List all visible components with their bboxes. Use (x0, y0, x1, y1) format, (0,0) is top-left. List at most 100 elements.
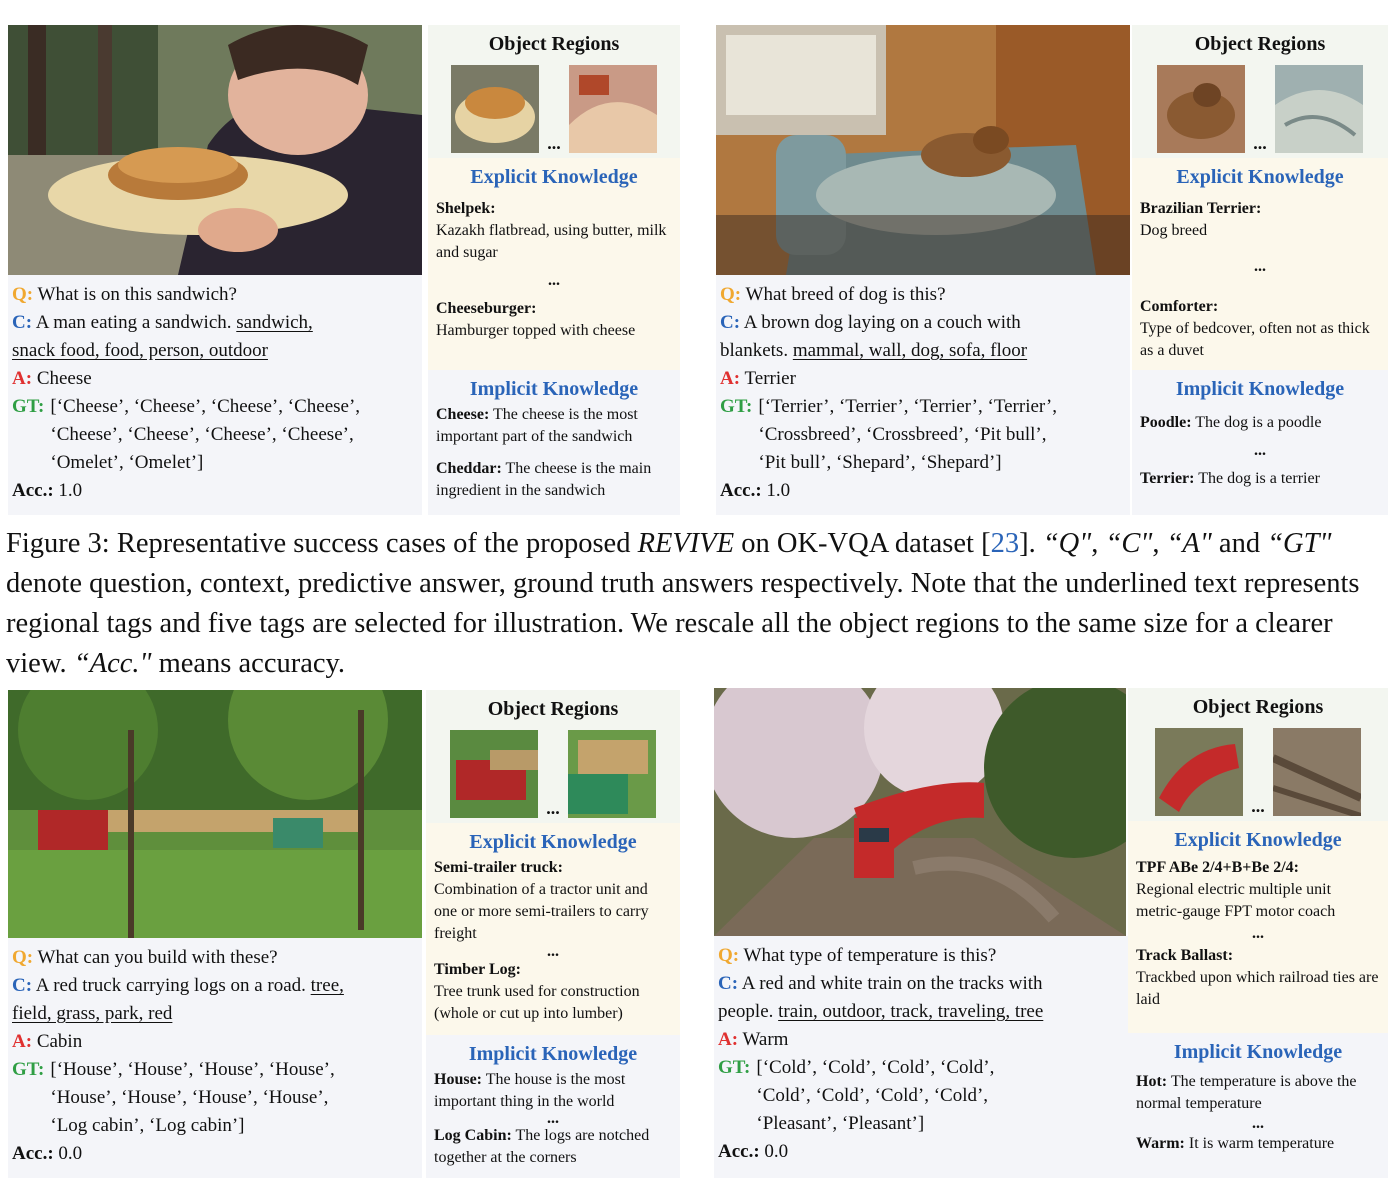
accuracy-label: Acc.: (718, 1141, 760, 1162)
caption-text: on OK-VQA dataset [ (734, 528, 991, 559)
knowledge-desc: The temperature is above the normal temp… (1136, 1073, 1357, 1112)
question-text: What breed of dog is this? (745, 284, 946, 305)
knowledge-term: Warm: (1136, 1135, 1185, 1152)
knowledge-term: Hot: (1136, 1073, 1168, 1090)
ground-truth-line: ‘Log cabin’, ‘Log cabin’] (50, 1115, 245, 1136)
dog-photo-svg (716, 25, 1130, 275)
ground-truth-line: [‘Terrier’, ‘Terrier’, ‘Terrier’, ‘Terri… (758, 396, 1058, 417)
ground-truth-line: ‘Pit bull’, ‘Shepard’, ‘Shepard’] (758, 452, 1002, 473)
ground-truth-label: GT: (720, 396, 753, 417)
caption-text: , (1091, 528, 1106, 559)
citation-link[interactable]: 23 (991, 528, 1020, 559)
question-label: Q: (718, 945, 740, 966)
knowledge-term: Shelpek: (436, 200, 496, 217)
knowledge-term: Brazilian Terrier: (1140, 200, 1262, 217)
context-label: C: (12, 975, 33, 996)
knowledge-term: Comforter: (1140, 298, 1219, 315)
explicit-knowledge-title: Explicit Knowledge (469, 831, 637, 853)
ellipsis: ... (1254, 442, 1266, 459)
ellipsis: ... (548, 272, 560, 289)
ellipsis: ... (1254, 258, 1266, 275)
caption-text: , (1152, 528, 1160, 559)
knowledge-desc: The dog is a terrier (1198, 470, 1320, 487)
object-regions: Object Regions ... (428, 25, 680, 158)
knowledge-desc: Type of bedcover, often not as thick as … (1140, 320, 1370, 359)
knowledge-term: Cheeseburger: (436, 300, 537, 317)
implicit-knowledge: Implicit Knowledge Hot: The temperature … (1128, 1033, 1388, 1178)
context-text: A brown dog laying on a couch with (743, 312, 1021, 333)
answer-text: Cheese (36, 368, 92, 389)
context-text: people. (718, 1001, 774, 1022)
context-label: C: (12, 312, 33, 333)
context-label: C: (718, 973, 739, 994)
context-text: A red truck carrying logs on a road. (35, 975, 306, 996)
accuracy-label: Acc.: (12, 480, 54, 501)
knowledge-desc: Kazakh flatbread, using butter, milk and… (436, 222, 667, 261)
answer-label: A: (12, 368, 33, 389)
context-text: blankets. (720, 340, 789, 361)
answer-text: Warm (742, 1029, 789, 1050)
region-thumbnail (450, 730, 539, 818)
sandwich-photo-svg (8, 25, 422, 275)
ground-truth-line: ‘Pleasant’, ‘Pleasant’] (756, 1113, 925, 1134)
region-thumbnail (1272, 728, 1361, 816)
implicit-knowledge-title: Implicit Knowledge (468, 1043, 638, 1065)
accuracy-label: Acc.: (720, 480, 762, 501)
regional-tags: sandwich, (236, 312, 313, 333)
caption-method: REVIVE (637, 528, 735, 559)
truck-photo-svg (8, 690, 422, 938)
explicit-knowledge: Explicit Knowledge Semi-trailer truck: Co… (426, 823, 680, 1035)
ellipsis: ... (547, 1110, 559, 1127)
question-label: Q: (12, 284, 34, 305)
knowledge-desc: The dog is a poodle (1195, 414, 1322, 431)
photo-man-eating-sandwich (8, 25, 422, 275)
answer-text: Terrier (744, 368, 796, 389)
knowledge-term: Cheddar: (436, 460, 502, 477)
knowledge-term: Poodle: (1140, 414, 1192, 431)
question-text: What can you build with these? (37, 947, 278, 968)
ground-truth-line: ‘Crossbreed’, ‘Crossbreed’, ‘Pit bull’, (758, 424, 1047, 445)
photo-train (714, 688, 1126, 936)
regional-tags: snack food, food, person, outdoor (12, 340, 268, 361)
question-label: Q: (720, 284, 742, 305)
ground-truth-line: [‘Cheese’, ‘Cheese’, ‘Cheese’, ‘Cheese’, (50, 396, 361, 417)
qa-block: Q: What is on this sandwich? C: A man ea… (8, 275, 422, 515)
knowledge-term: Cheese: (436, 406, 490, 423)
caption-gt: “GT" (1267, 528, 1332, 559)
accuracy-value: 1.0 (58, 480, 83, 501)
qa-block: Q: What can you build with these? C: A r… (8, 938, 422, 1178)
context-text: A man eating a sandwich. (35, 312, 232, 333)
region-thumbnail (1274, 65, 1363, 153)
caption-acc: “Acc." (73, 648, 152, 679)
knowledge-term: Timber Log: (434, 961, 521, 978)
ground-truth-label: GT: (12, 1059, 45, 1080)
region-thumbnail (451, 65, 540, 153)
photo-truck-with-logs (8, 690, 422, 938)
implicit-knowledge: Implicit Knowledge Cheese: The cheese is… (428, 370, 680, 515)
answer-text: Cabin (36, 1031, 83, 1052)
regional-tags: tree, (310, 975, 344, 996)
ground-truth-line: [‘Cold’, ‘Cold’, ‘Cold’, ‘Cold’, (756, 1057, 995, 1078)
accuracy-label: Acc.: (12, 1143, 54, 1164)
implicit-knowledge-title: Implicit Knowledge (1175, 378, 1345, 400)
side-column: Object Regions ... Explicit Knowledge TP… (1128, 688, 1388, 1178)
implicit-knowledge-title: Implicit Knowledge (1173, 1041, 1343, 1063)
ground-truth-line: ‘Cheese’, ‘Cheese’, ‘Cheese’, ‘Cheese’, (50, 424, 354, 445)
ellipsis: ... (1253, 133, 1267, 153)
ellipsis: ... (547, 133, 561, 153)
answer-label: A: (718, 1029, 739, 1050)
question-text: What is on this sandwich? (37, 284, 237, 305)
train-photo-svg (714, 688, 1126, 936)
side-column: Object Regions ... Explicit Knowledge Sh… (428, 25, 680, 515)
explicit-knowledge: Explicit Knowledge Brazilian Terrier: Dog… (1132, 158, 1388, 370)
ellipsis: ... (1252, 925, 1264, 942)
object-regions-title: Object Regions (487, 698, 619, 720)
context-label: C: (720, 312, 741, 333)
answer-label: A: (720, 368, 741, 389)
knowledge-desc: Combination of a tractor unit and one or… (434, 881, 649, 942)
caption-text: ]. (1019, 528, 1043, 559)
knowledge-term: TPF ABe 2/4+B+Be 2/4: (1136, 859, 1299, 876)
explicit-knowledge: Explicit Knowledge Shelpek: Kazakh flatbr… (428, 158, 680, 370)
photo-dog-on-couch (716, 25, 1130, 275)
explicit-knowledge-title: Explicit Knowledge (1176, 166, 1344, 188)
